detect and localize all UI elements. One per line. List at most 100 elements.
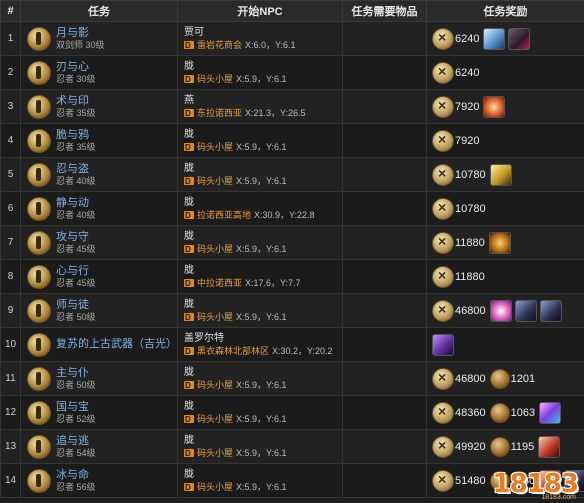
gil-coin-icon [432, 435, 454, 458]
quest-name-link[interactable]: 师与徒 [56, 299, 96, 312]
quest-name-link[interactable]: 静与动 [56, 197, 96, 210]
gil-coin-icon [432, 27, 454, 50]
reward-item-icon[interactable] [508, 27, 531, 50]
npc-name: 胧 [184, 60, 194, 72]
quest-icon [27, 298, 51, 323]
header-items: 任务需要物品 [342, 0, 427, 22]
quest-icon [27, 94, 51, 119]
table-row: 10 复苏的上古武器（吉光） 盖罗尔特 黑衣森林北部林区 X:30.2，Y:20… [0, 327, 584, 362]
npc-name: 胧 [184, 230, 194, 242]
npc-name: 胧 [184, 264, 194, 276]
reward-item-icon[interactable] [539, 401, 562, 424]
quest-icon [27, 264, 51, 289]
npc-location-link[interactable]: 码头小屋 [197, 447, 233, 460]
quest-level: 忍者 50级 [56, 311, 96, 322]
quest-name-link[interactable]: 复苏的上古武器（吉光） [56, 338, 177, 351]
quest-cell: 忍与盗 忍者 40级 [20, 157, 178, 192]
table-row: 1 月与影 双剑师 30级 贾可 雷岩花商会 X:6.0，Y:6.1 6240 [0, 21, 584, 56]
npc-cell: 贾可 雷岩花商会 X:6.0，Y:6.1 [177, 21, 343, 56]
npc-coordinates: X:5.9，Y:6.1 [236, 141, 287, 152]
required-items-cell [342, 55, 427, 90]
quest-name-link[interactable]: 追与逃 [56, 435, 96, 448]
reward-cell: 7920 [426, 123, 584, 158]
map-marker-icon [184, 447, 194, 460]
table-row: 4 脆与鸦 忍者 35级 胧 码头小屋 X:5.9，Y:6.1 7920 [0, 123, 584, 158]
npc-coordinates: X:5.9，Y:6.1 [236, 413, 287, 424]
reward-cell: 11880 [426, 225, 584, 260]
quest-name-link[interactable]: 国与宝 [56, 401, 96, 414]
quest-name-link[interactable]: 月与影 [56, 27, 105, 40]
row-number: 3 [0, 89, 21, 124]
quest-name-link[interactable]: 脆与鸦 [56, 129, 96, 142]
npc-location-link[interactable]: 码头小屋 [197, 73, 233, 86]
reward-item-icon[interactable] [514, 299, 537, 322]
quest-level: 忍者 30级 [56, 73, 96, 84]
reward-cell: 49920 1195 [426, 429, 584, 464]
required-items-cell [342, 327, 427, 362]
npc-location-link[interactable]: 中拉诺西亚 [197, 277, 242, 290]
map-marker-icon [184, 175, 194, 188]
reward-item-icon[interactable] [489, 163, 512, 186]
quest-cell: 脆与鸦 忍者 35级 [20, 123, 178, 158]
required-items-cell [342, 123, 427, 158]
npc-location-link[interactable]: 雷岩花商会 [197, 39, 242, 52]
row-number: 13 [0, 429, 21, 464]
row-number: 5 [0, 157, 21, 192]
gil-coin-icon [432, 231, 454, 254]
site-watermark: 18183 18183.com [493, 469, 579, 501]
quest-cell: 攻与守 忍者 45级 [20, 225, 178, 260]
header-num: # [0, 0, 21, 22]
watermark-url: 18183.com [541, 494, 576, 501]
quest-icon [27, 400, 51, 425]
npc-location-link[interactable]: 码头小屋 [197, 379, 233, 392]
map-marker-icon [184, 73, 194, 86]
header-npc: 开始NPC [177, 0, 343, 22]
header-reward: 任务奖励 [426, 0, 584, 22]
required-items-cell [342, 21, 427, 56]
reward-item-icon[interactable] [483, 95, 506, 118]
reward-item-icon[interactable] [538, 435, 561, 458]
npc-location-link[interactable]: 码头小屋 [197, 243, 233, 256]
reward-item-icon[interactable] [539, 299, 562, 322]
reward-item-icon[interactable] [483, 27, 506, 50]
medal-amount: 1201 [510, 372, 536, 385]
quest-name-link[interactable]: 忍与盗 [56, 163, 96, 176]
quest-level: 忍者 35级 [56, 107, 96, 118]
reward-cell: 11880 [426, 259, 584, 294]
reward-cell: 46800 [426, 293, 584, 328]
map-marker-icon [184, 39, 194, 52]
npc-location-link[interactable]: 码头小屋 [197, 413, 233, 426]
gil-amount: 11880 [455, 270, 485, 283]
quest-name-link[interactable]: 攻与守 [56, 231, 96, 244]
quest-level: 双剑师 30级 [56, 39, 105, 50]
map-marker-icon [184, 107, 194, 120]
npc-coordinates: X:5.9，Y:6.1 [236, 311, 287, 322]
npc-location-link[interactable]: 码头小屋 [197, 481, 233, 494]
npc-location-link[interactable]: 码头小屋 [197, 175, 233, 188]
quest-name-link[interactable]: 冰与命 [56, 469, 96, 482]
reward-item-icon[interactable] [488, 231, 511, 254]
npc-location-link[interactable]: 拉诺西亚高地 [197, 209, 251, 222]
reward-item-icon[interactable] [432, 333, 454, 356]
reward-item-icon[interactable] [489, 299, 512, 322]
gil-coin-icon [432, 163, 454, 186]
quest-name-link[interactable]: 术与印 [56, 95, 96, 108]
quest-name-link[interactable]: 主与仆 [56, 367, 96, 380]
npc-location-link[interactable]: 黑衣森林北部林区 [197, 345, 269, 358]
npc-location-link[interactable]: 码头小屋 [197, 141, 233, 154]
npc-name: 胧 [184, 128, 194, 140]
npc-coordinates: X:5.9，Y:6.1 [236, 481, 287, 492]
medal-amount: 1063 [510, 406, 536, 419]
npc-cell: 胧 码头小屋 X:5.9，Y:6.1 [177, 157, 343, 192]
npc-location-link[interactable]: 码头小屋 [197, 311, 233, 324]
npc-name: 胧 [184, 434, 194, 446]
quest-name-link[interactable]: 刃与心 [56, 61, 96, 74]
gil-amount: 6240 [455, 32, 480, 45]
required-items-cell [342, 361, 427, 396]
table-row: 7 攻与守 忍者 45级 胧 码头小屋 X:5.9，Y:6.1 11880 [0, 225, 584, 260]
quest-level: 忍者 40级 [56, 175, 96, 186]
quest-icon [27, 162, 51, 187]
npc-location-link[interactable]: 东拉诺西亚 [197, 107, 242, 120]
quest-name-link[interactable]: 心与行 [56, 265, 96, 278]
required-items-cell [342, 225, 427, 260]
